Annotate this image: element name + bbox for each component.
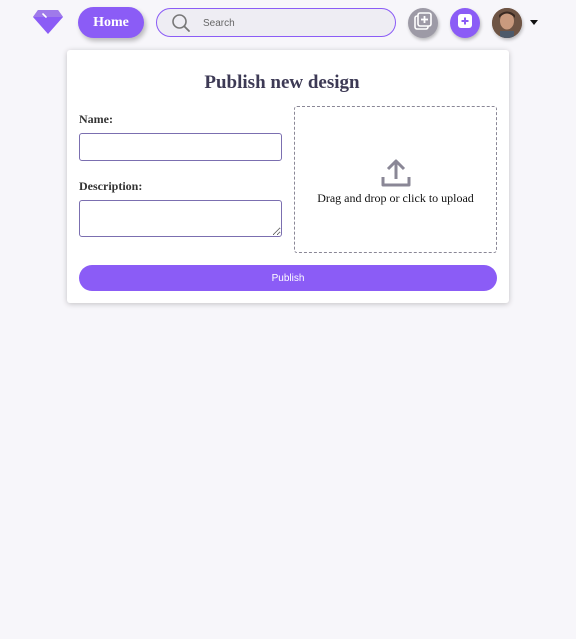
home-button[interactable]: Home	[78, 7, 144, 38]
page-title: Publish new design	[204, 72, 360, 93]
upload-icon	[380, 157, 412, 189]
publish-card: Publish new design Name: Description: Dr…	[67, 50, 509, 303]
name-field[interactable]	[79, 133, 282, 161]
name-label: Name:	[79, 112, 113, 126]
description-field[interactable]	[79, 200, 282, 237]
upload-text: Drag and drop or click to upload	[317, 191, 474, 205]
add-design-button[interactable]	[450, 8, 480, 38]
description-label: Description:	[79, 179, 143, 193]
publish-button[interactable]: Publish	[79, 265, 497, 291]
gallery-add-icon	[413, 11, 433, 36]
gallery-add-button[interactable]	[408, 8, 438, 38]
caret-down-icon[interactable]	[530, 20, 538, 25]
avatar[interactable]	[492, 8, 522, 38]
search-icon	[171, 13, 191, 33]
diamond-logo-icon[interactable]	[32, 8, 64, 36]
search-input[interactable]	[203, 15, 383, 31]
upload-dropzone[interactable]: Drag and drop or click to upload	[294, 106, 497, 253]
plus-square-icon	[457, 13, 473, 34]
search-bar[interactable]	[156, 8, 396, 37]
